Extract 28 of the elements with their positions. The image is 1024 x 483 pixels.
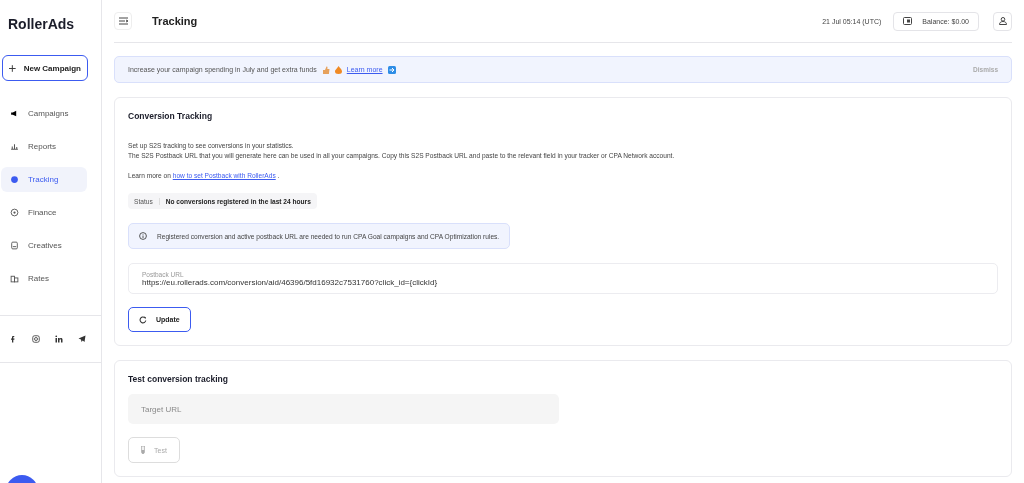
menu-button[interactable]: [114, 12, 132, 30]
test-tube-icon: [141, 446, 145, 454]
linkedin-icon[interactable]: [55, 335, 63, 343]
sidebar-item[interactable]: Rates: [1, 266, 87, 291]
user-icon: [998, 17, 1007, 25]
new-campaign-button[interactable]: New Campaign: [2, 55, 88, 81]
card-title: Test conversion tracking: [128, 374, 228, 384]
thumbs-up-icon: [321, 65, 330, 74]
sidebar-item[interactable]: Tracking: [1, 167, 87, 192]
logo: RollerAds: [7, 15, 76, 34]
field-value: https://eu.rollerads.com/conversion/aid/46396/5fd16932c7531760?click_id={clickId}: [142, 277, 439, 287]
sidebar-item[interactable]: Reports: [1, 134, 87, 159]
arrow-right-icon: [387, 65, 396, 74]
profile-button[interactable]: [993, 11, 1012, 31]
info-icon: [139, 232, 147, 240]
page-title: Tracking: [152, 15, 199, 27]
instagram-icon[interactable]: [32, 335, 40, 343]
sidebar-item[interactable]: Creatives: [1, 233, 87, 258]
menu-icon: [118, 17, 128, 25]
plus-icon: [9, 63, 16, 73]
wallet-icon: [903, 17, 913, 25]
facebook-icon[interactable]: [9, 335, 17, 343]
refresh-icon: [139, 315, 147, 324]
paper-plane-icon[interactable]: [78, 335, 86, 343]
sidebar-item[interactable]: Finance: [1, 200, 87, 225]
flame-icon: [334, 65, 342, 74]
card-title: Conversion Tracking: [128, 111, 213, 121]
sidebar-item[interactable]: Campaigns: [1, 101, 87, 126]
